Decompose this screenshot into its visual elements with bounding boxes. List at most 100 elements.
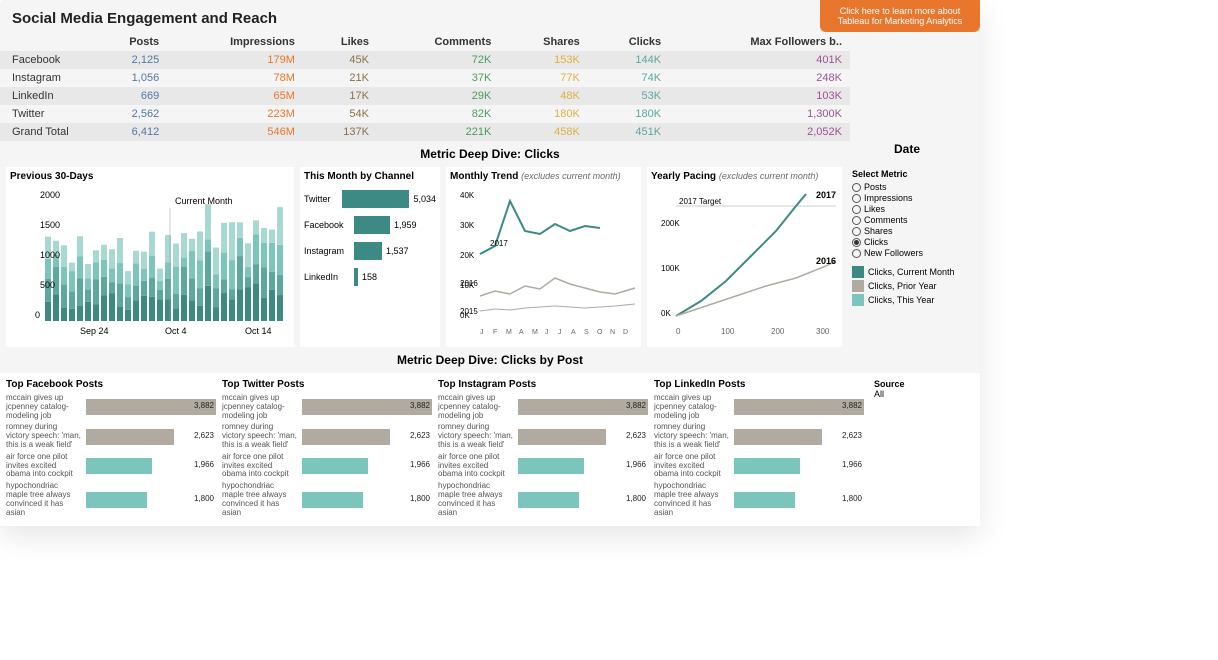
table-row[interactable]: Twitter2,562223M54K82K180K180K1,300K (0, 105, 850, 123)
table-row[interactable]: Instagram1,05678M21K37K77K74K248K (0, 69, 850, 87)
posts-section-title: Top LinkedIn Posts (654, 379, 864, 390)
promo-banner[interactable]: Click here to learn more about Tableau f… (820, 0, 980, 32)
svg-text:J: J (558, 329, 562, 336)
svg-text:Sep 24: Sep 24 (80, 326, 109, 336)
svg-text:2017: 2017 (490, 239, 508, 248)
col-likes[interactable]: Likes (303, 33, 377, 51)
source-filter[interactable]: Source All (870, 379, 905, 520)
post-bar[interactable]: air force one pilot invites excited obam… (438, 453, 648, 479)
legend: Clicks, Current Month Clicks, Prior Year C… (852, 266, 974, 306)
svg-text:200K: 200K (661, 219, 680, 228)
deepdive-clicks-title: Metric Deep Dive: Clicks (0, 141, 980, 167)
svg-text:J: J (545, 329, 549, 336)
post-bar[interactable]: air force one pilot invites excited obam… (6, 453, 216, 479)
svg-text:1000: 1000 (40, 250, 60, 260)
legend-item: Clicks, This Year (852, 294, 974, 306)
channel-bar[interactable]: Facebook1,959 (304, 216, 436, 234)
metric-radio-impressions[interactable]: Impressions (852, 193, 974, 203)
metric-radio-clicks[interactable]: Clicks (852, 237, 974, 247)
svg-text:2016: 2016 (816, 256, 836, 266)
col-shares[interactable]: Shares (499, 33, 588, 51)
post-bar[interactable]: mccain gives up jcpenney catalog-modelin… (6, 394, 216, 420)
col-followers[interactable]: Max Followers b.. (669, 33, 850, 51)
svg-text:M: M (532, 329, 538, 336)
table-row[interactable]: Facebook2,125179M45K72K153K144K401K (0, 51, 850, 69)
col-posts[interactable]: Posts (90, 33, 167, 51)
svg-text:J: J (480, 329, 484, 336)
channel-bar[interactable]: LinkedIn158 (304, 268, 436, 286)
svg-text:2015: 2015 (460, 307, 478, 316)
select-metric-label: Select Metric (852, 169, 974, 179)
col-impressions[interactable]: Impressions (167, 33, 303, 51)
source-value: All (874, 389, 905, 399)
svg-text:100: 100 (721, 327, 735, 336)
svg-text:500: 500 (40, 280, 55, 290)
svg-text:F: F (493, 329, 497, 336)
source-label: Source (874, 379, 905, 389)
post-bar[interactable]: hypochondriac maple tree always convince… (222, 482, 432, 517)
post-bar[interactable]: romney during victory speech: 'man, this… (438, 423, 648, 449)
svg-text:2017 Target: 2017 Target (679, 197, 722, 206)
metric-radio-comments[interactable]: Comments (852, 215, 974, 225)
table-row[interactable]: LinkedIn66965M17K29K48K53K103K (0, 87, 850, 105)
date-filter-label[interactable]: Date (894, 142, 920, 156)
metric-radio-likes[interactable]: Likes (852, 204, 974, 214)
yearly-sub: (excludes current month) (719, 171, 819, 181)
summary-table: Posts Impressions Likes Comments Shares … (0, 33, 850, 141)
post-bar[interactable]: air force one pilot invites excited obam… (654, 453, 864, 479)
chart-previous-30-days[interactable]: Previous 30-Days 2000 1500 1000 500 0 Se… (6, 167, 294, 347)
metric-sidebar: Select Metric PostsImpressionsLikesComme… (848, 167, 974, 347)
metric-radio-shares[interactable]: Shares (852, 226, 974, 236)
post-bar[interactable]: hypochondriac maple tree always convince… (6, 482, 216, 517)
svg-text:A: A (519, 329, 524, 336)
channel-bar[interactable]: Instagram1,537 (304, 242, 436, 260)
svg-text:Oct 4: Oct 4 (165, 326, 187, 336)
prev30-label: Previous 30-Days (10, 171, 290, 182)
svg-text:A: A (571, 329, 576, 336)
svg-text:Oct 14: Oct 14 (245, 326, 272, 336)
chart-by-channel[interactable]: This Month by Channel Twitter5,034 Facebo… (300, 167, 440, 347)
post-bar[interactable]: mccain gives up jcpenney catalog-modelin… (654, 394, 864, 420)
legend-item: Clicks, Prior Year (852, 280, 974, 292)
monthly-sub: (excludes current month) (521, 171, 621, 181)
posts-section-title: Top Twitter Posts (222, 379, 432, 390)
chart-yearly-pacing[interactable]: Yearly Pacing (excludes current month) 2… (647, 167, 842, 347)
top-posts-block: Top Facebook Posts mccain gives up jcpenn… (6, 379, 216, 520)
post-bar[interactable]: romney during victory speech: 'man, this… (222, 423, 432, 449)
chart-monthly-trend[interactable]: Monthly Trend (excludes current month) 4… (446, 167, 641, 347)
dashboard: Click here to learn more about Tableau f… (0, 0, 980, 526)
svg-text:30K: 30K (460, 221, 475, 230)
post-bar[interactable]: hypochondriac maple tree always convince… (654, 482, 864, 517)
top-posts-block: Top Twitter Posts mccain gives up jcpenne… (222, 379, 432, 520)
post-bar[interactable]: romney during victory speech: 'man, this… (654, 423, 864, 449)
col-comments[interactable]: Comments (377, 33, 499, 51)
posts-section-title: Top Facebook Posts (6, 379, 216, 390)
svg-text:M: M (506, 329, 512, 336)
post-bar[interactable]: mccain gives up jcpenney catalog-modelin… (438, 394, 648, 420)
post-bar[interactable]: air force one pilot invites excited obam… (222, 453, 432, 479)
svg-text:300: 300 (816, 327, 830, 336)
yearly-svg: 2017 Target 2017 200K 100K 0K 2016 01002… (651, 186, 841, 341)
svg-text:100K: 100K (661, 264, 680, 273)
table-row[interactable]: Grand Total6,412546M137K221K458K451K2,05… (0, 123, 850, 141)
svg-text:0K: 0K (661, 309, 671, 318)
metric-radio-posts[interactable]: Posts (852, 182, 974, 192)
metric-radio-new-followers[interactable]: New Followers (852, 248, 974, 258)
top-posts-block: Top Instagram Posts mccain gives up jcpen… (438, 379, 648, 520)
svg-text:O: O (597, 329, 603, 336)
svg-text:0: 0 (676, 327, 681, 336)
post-bar[interactable]: hypochondriac maple tree always convince… (438, 482, 648, 517)
deepdive-posts-title: Metric Deep Dive: Clicks by Post (0, 347, 980, 373)
svg-text:N: N (610, 329, 615, 336)
legend-item: Clicks, Current Month (852, 266, 974, 278)
svg-text:200: 200 (771, 327, 785, 336)
bychannel-label: This Month by Channel (304, 171, 436, 182)
channel-bar[interactable]: Twitter5,034 (304, 190, 436, 208)
prev30-svg: 2000 1500 1000 500 0 Sep 24 Oct 4 Oct 14… (10, 186, 290, 341)
post-bar[interactable]: mccain gives up jcpenney catalog-modelin… (222, 394, 432, 420)
post-bar[interactable]: romney during victory speech: 'man, this… (6, 423, 216, 449)
svg-text:Current Month: Current Month (175, 196, 233, 206)
col-clicks[interactable]: Clicks (588, 33, 669, 51)
svg-text:40K: 40K (460, 191, 475, 200)
posts-section-title: Top Instagram Posts (438, 379, 648, 390)
